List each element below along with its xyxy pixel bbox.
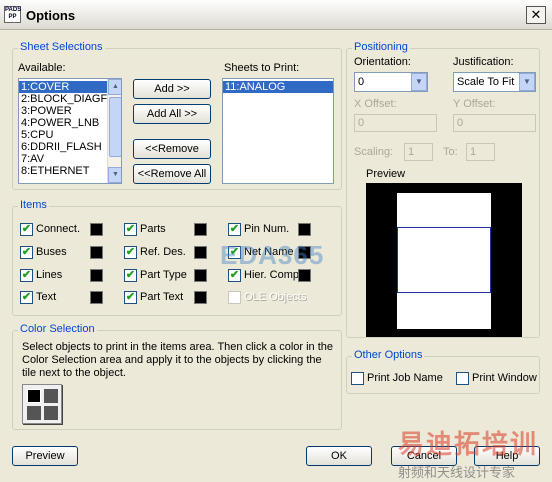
item-checkbox[interactable]: ✔ — [124, 291, 137, 304]
other-options-legend: Other Options — [352, 349, 425, 361]
justification-value: Scale To Fit — [457, 76, 515, 88]
color-tile[interactable] — [298, 223, 311, 236]
add-all-button[interactable]: Add All >> — [133, 104, 211, 124]
remove-button[interactable]: <<Remove — [133, 139, 211, 159]
close-button[interactable]: ✕ — [526, 6, 546, 24]
item-label: OLE Objects — [244, 291, 307, 303]
item-label: Part Type — [140, 269, 187, 281]
print-window-label: Print Window — [472, 372, 537, 384]
preview-print-area — [397, 227, 491, 293]
scroll-up-icon[interactable]: ▲ — [108, 79, 121, 95]
sheets-to-print-label: Sheets to Print: — [224, 62, 300, 74]
color-tile[interactable] — [194, 246, 207, 259]
list-item[interactable]: 2:BLOCK_DIAGF — [19, 93, 107, 105]
watermark-top: EDA365 — [220, 240, 325, 270]
to-label: To: — [443, 146, 458, 158]
app-icon: PADS PP — [4, 6, 21, 23]
watermark-bottom-title: 易迪拓培训 — [398, 429, 539, 459]
item-label: Text — [36, 291, 57, 303]
scroll-down-icon[interactable]: ▼ — [108, 167, 121, 183]
list-item[interactable]: 3:POWER — [19, 105, 107, 117]
available-label: Available: — [18, 62, 66, 74]
y-offset-input[interactable]: 0 — [453, 114, 536, 132]
available-scrollbar[interactable]: ▲ ▼ — [107, 79, 121, 183]
add-button[interactable]: Add >> — [133, 79, 211, 99]
color-tile[interactable] — [90, 223, 103, 236]
positioning-legend: Positioning — [352, 41, 410, 53]
color-tile[interactable] — [194, 269, 207, 282]
y-offset-label: Y Offset: — [453, 98, 496, 110]
item-checkbox[interactable]: ✔ — [20, 223, 33, 236]
color-selection-description: Select objects to print in the items are… — [22, 341, 334, 379]
item-label: Parts — [140, 223, 166, 235]
list-item[interactable]: 11:ANALOG — [223, 81, 333, 93]
item-checkbox[interactable]: ✔ — [20, 291, 33, 304]
sheets-items: 11:ANALOG — [223, 81, 333, 93]
chevron-down-icon[interactable]: ▼ — [519, 73, 535, 91]
item-checkbox[interactable]: ✔ — [20, 269, 33, 282]
available-items: 1:COVER 2:BLOCK_DIAGF 3:POWER 4:POWER_LNB 5:… — [19, 81, 107, 177]
item-checkbox[interactable]: ✔ — [228, 223, 241, 236]
list-item[interactable]: 7:AV — [19, 153, 107, 165]
remove-all-button[interactable]: <<Remove All — [133, 164, 211, 184]
items-legend: Items — [18, 199, 49, 211]
preview-pane — [366, 183, 522, 337]
list-item[interactable]: 6:DDRII_FLASH — [19, 141, 107, 153]
color-tile[interactable] — [90, 291, 103, 304]
orientation-select[interactable]: 0 ▼ — [354, 72, 428, 92]
item-label: Pin Num. — [244, 223, 290, 235]
color-tile[interactable] — [194, 223, 207, 236]
sheets-to-print-list[interactable]: 11:ANALOG — [222, 78, 334, 184]
window-title: Options — [26, 8, 76, 23]
watermark-bottom-subtitle: 射频和天线设计专家 — [398, 465, 516, 480]
x-offset-input[interactable]: 0 — [354, 114, 437, 132]
color-palette-icon[interactable] — [22, 384, 62, 424]
color-tile[interactable] — [90, 269, 103, 282]
title-bar — [0, 0, 552, 30]
justification-select[interactable]: Scale To Fit ▼ — [453, 72, 536, 92]
list-item[interactable]: 1:COVER — [19, 81, 107, 93]
scaling-label: Scaling: — [354, 146, 394, 158]
item-label: Buses — [36, 246, 67, 258]
preview-button[interactable]: Preview — [12, 446, 78, 466]
item-label: Connect. — [36, 223, 81, 235]
list-item[interactable]: 4:POWER_LNB — [19, 117, 107, 129]
item-checkbox[interactable]: ✔ — [124, 246, 137, 259]
scaling-input[interactable]: 1 — [404, 143, 433, 161]
print-window-checkbox[interactable] — [456, 372, 469, 385]
orientation-label: Orientation: — [354, 56, 411, 68]
color-tile[interactable] — [90, 246, 103, 259]
preview-label: Preview — [366, 168, 406, 180]
item-label: Part Text — [140, 291, 184, 303]
item-checkbox[interactable] — [228, 291, 241, 304]
x-offset-label: X Offset: — [354, 98, 397, 110]
item-checkbox[interactable]: ✔ — [124, 269, 137, 282]
sheet-selections-legend: Sheet Selections — [18, 41, 105, 53]
justification-label: Justification: — [453, 56, 514, 68]
list-item[interactable]: 8:ETHERNET — [19, 165, 107, 177]
orientation-value: 0 — [358, 76, 365, 88]
to-input[interactable]: 1 — [466, 143, 495, 161]
color-selection-legend: Color Selection — [18, 323, 97, 335]
chevron-down-icon[interactable]: ▼ — [411, 73, 427, 91]
color-tile[interactable] — [194, 291, 207, 304]
print-job-name-label: Print Job Name — [367, 372, 443, 384]
list-item[interactable]: 5:CPU — [19, 129, 107, 141]
item-checkbox[interactable]: ✔ — [124, 223, 137, 236]
ok-button[interactable]: OK — [306, 446, 372, 466]
print-job-name-checkbox[interactable] — [351, 372, 364, 385]
item-label: Lines — [36, 269, 63, 281]
item-label: Ref. Des. — [140, 246, 186, 258]
scroll-thumb[interactable] — [109, 97, 121, 157]
available-list[interactable]: 1:COVER 2:BLOCK_DIAGF 3:POWER 4:POWER_LNB 5:… — [18, 78, 122, 184]
item-checkbox[interactable]: ✔ — [20, 246, 33, 259]
